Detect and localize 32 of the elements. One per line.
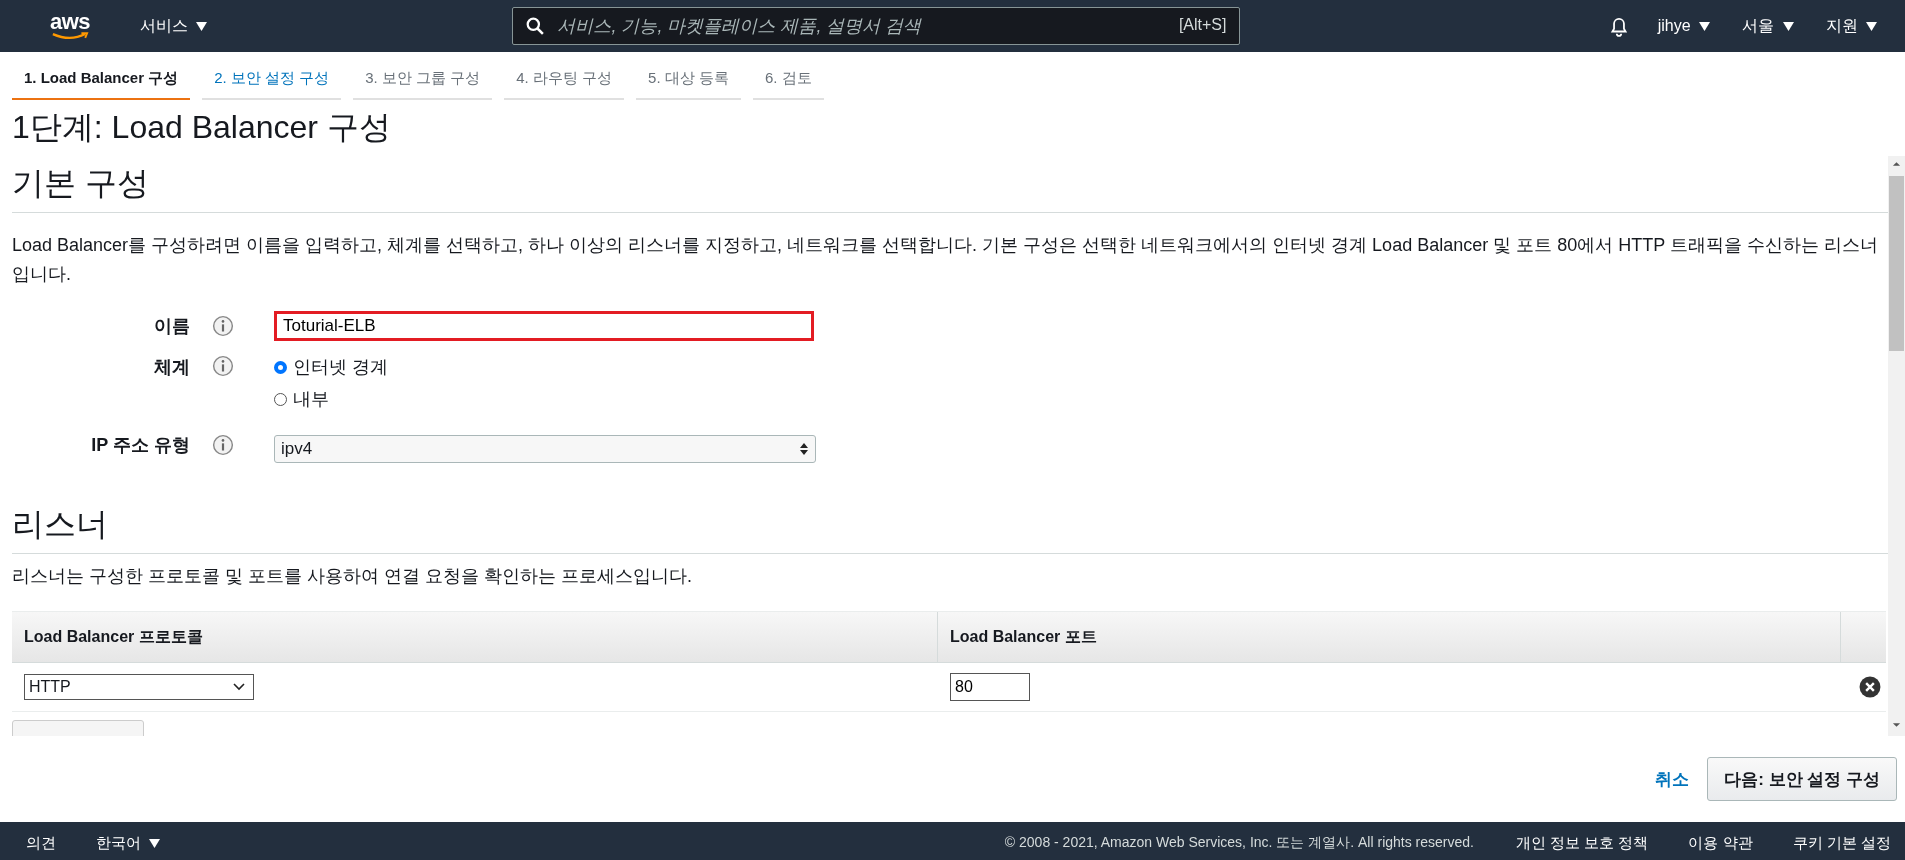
- aws-logo[interactable]: aws: [50, 12, 90, 40]
- field-label: 체계: [153, 356, 190, 379]
- cancel-link[interactable]: 취소: [1655, 767, 1690, 791]
- region-menu[interactable]: 서울: [1742, 15, 1794, 37]
- feedback-link[interactable]: 의견: [26, 833, 56, 853]
- column-header: Load Balancer 프로토콜: [12, 612, 938, 662]
- section-heading: 기본 구성: [12, 162, 1888, 213]
- field-label: IP 주소 유형: [90, 434, 190, 457]
- radio-label[interactable]: 내부: [293, 387, 329, 411]
- next-button[interactable]: 다음: 보안 설정 구성: [1707, 757, 1897, 801]
- page-title: 1단계: Load Balancer 구성: [11, 108, 392, 147]
- services-menu[interactable]: 서비스: [140, 15, 208, 37]
- section-description: 리스너는 구성한 프로토콜 및 포트를 사용하여 연결 요청을 확인하는 프로세스입니다.: [12, 565, 693, 588]
- language-menu[interactable]: 한국어: [96, 833, 161, 853]
- field-label: 이름: [153, 315, 190, 338]
- ip-type-select[interactable]: ipv4: [274, 435, 816, 463]
- section-heading: 리스너: [12, 503, 1888, 554]
- name-input[interactable]: Toturial-ELB: [274, 311, 814, 341]
- radio-label[interactable]: 인터넷 경계: [293, 355, 388, 379]
- column-header: Load Balancer 포트: [938, 612, 1841, 662]
- wizard-step-tab[interactable]: 2. 보안 설정 구성: [202, 69, 342, 100]
- footer-link[interactable]: 이용 약관: [1688, 833, 1753, 853]
- wizard-step-tab[interactable]: 1. Load Balancer 구성: [12, 69, 191, 100]
- support-menu[interactable]: 지원: [1825, 15, 1877, 37]
- footer-link[interactable]: 쿠키 기본 설정: [1792, 833, 1891, 853]
- port-input[interactable]: 80: [950, 673, 1030, 701]
- copyright-text: © 2008 - 2021, Amazon Web Services, Inc. 또는 계열사. All rights reserved.: [1004, 834, 1474, 852]
- shortcut-hint: [Alt+S]: [1178, 16, 1227, 34]
- section-description: Load Balancer를 구성하려면 이름을 입력하고, 체계를 선택하고, 하나 이상의 리스너를 지정하고, 네트워크를 선택합니다. 기본 구성은 선택한 네트워크에서의 인터넷 경계 Load Balancer 및 포트 80에서 HTTP 트래픽을 수신하는 리스너입니다.: [12, 234, 1879, 286]
- user-menu[interactable]: jihye: [1657, 17, 1711, 35]
- protocol-select[interactable]: HTTP: [24, 674, 254, 700]
- footer-link[interactable]: 개인 정보 보호 정책: [1515, 833, 1649, 853]
